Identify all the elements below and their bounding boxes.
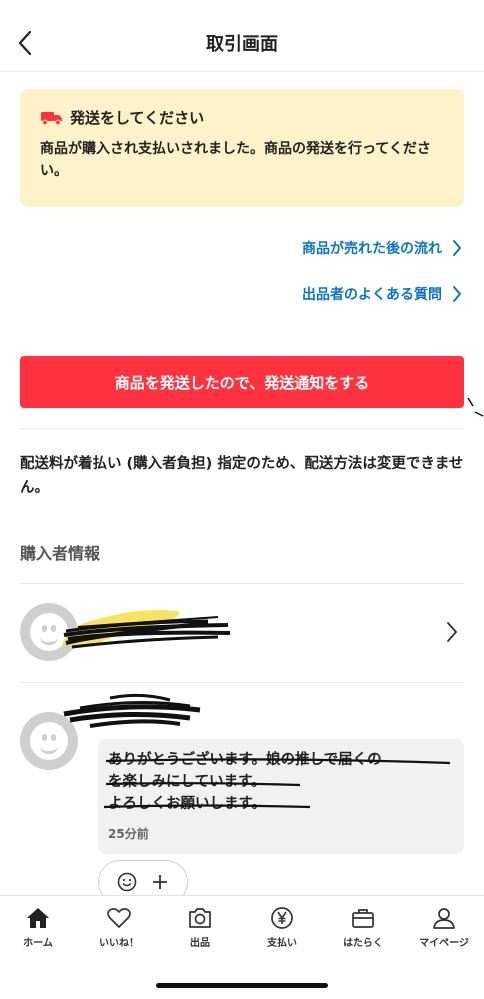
divider xyxy=(20,428,464,429)
message-line: を楽しみにしています。 xyxy=(108,774,266,790)
tab-label: 支払い xyxy=(267,938,297,949)
notice-title: 発送をしてください xyxy=(70,109,205,127)
home-indicator xyxy=(156,983,328,988)
page-title: 取引画面 xyxy=(206,34,278,55)
chevron-right-icon xyxy=(453,240,461,256)
message-line: ありがとうございます。娘の推しで届くの xyxy=(108,752,382,768)
tab-label: ホーム xyxy=(23,938,53,949)
message-line: よろしくお願いします。 xyxy=(108,796,267,812)
message-timestamp: 25分前 xyxy=(108,827,149,841)
redacted-name xyxy=(63,693,201,728)
shipping-notice: 発送をしてください 商品が購入され支払いされました。商品の発送を行ってください。 xyxy=(20,89,464,207)
chevron-right-icon xyxy=(453,286,461,302)
tab-mypage[interactable]: マイページ xyxy=(404,906,484,949)
tab-label: いいね！ xyxy=(99,938,139,949)
link-after-sold-flow[interactable]: 商品が売れた後の流れ xyxy=(302,238,462,258)
link-label: 商品が売れた後の流れ xyxy=(302,241,442,257)
yen-icon xyxy=(271,907,293,929)
tab-label: 出品 xyxy=(190,938,210,949)
chevron-right-icon xyxy=(447,622,457,642)
message-text: ありがとうございます。娘の推しで届くの を楽しみにしています。 よろしくお願いし… xyxy=(103,749,454,815)
tab-work[interactable]: はたらく xyxy=(323,906,403,949)
notice-header: 発送をしてください xyxy=(40,107,444,128)
tab-home[interactable]: ホーム xyxy=(0,906,78,949)
camera-icon xyxy=(189,908,211,928)
buyer-row[interactable] xyxy=(20,603,464,663)
buyer-info-heading: 購入者情報 xyxy=(20,544,101,563)
truck-icon xyxy=(41,111,62,125)
smiley-icon xyxy=(117,872,137,892)
notify-shipped-button[interactable]: 商品を発送したので、発送通知をする xyxy=(20,356,464,408)
scribble-mark xyxy=(467,397,484,417)
heart-icon xyxy=(107,908,131,928)
link-label: 出品者のよくある質問 xyxy=(302,287,442,303)
tab-sell[interactable]: 出品 xyxy=(160,906,240,949)
divider xyxy=(20,682,464,683)
plus-icon xyxy=(153,875,167,889)
person-icon xyxy=(433,908,455,929)
divider xyxy=(20,583,464,584)
tab-label: マイページ xyxy=(419,938,469,949)
tab-payment[interactable]: 支払い xyxy=(242,906,322,949)
message-bubble: ありがとうございます。娘の推しで届くの を楽しみにしています。 よろしくお願いし… xyxy=(98,739,464,854)
tab-likes[interactable]: いいね！ xyxy=(79,906,159,949)
tab-label: はたらく xyxy=(343,938,383,949)
shipping-method-note: 配送料が着払い (購入者負担) 指定のため、配送方法は変更できません。 xyxy=(20,456,464,496)
redacted-name xyxy=(62,610,231,649)
link-seller-faq[interactable]: 出品者のよくある質問 xyxy=(302,284,462,304)
header: 取引画面 xyxy=(0,0,484,72)
notice-body: 商品が購入され支払いされました。商品の発送を行ってください。 xyxy=(40,141,431,179)
home-icon xyxy=(27,908,49,928)
briefcase-icon xyxy=(352,909,374,928)
